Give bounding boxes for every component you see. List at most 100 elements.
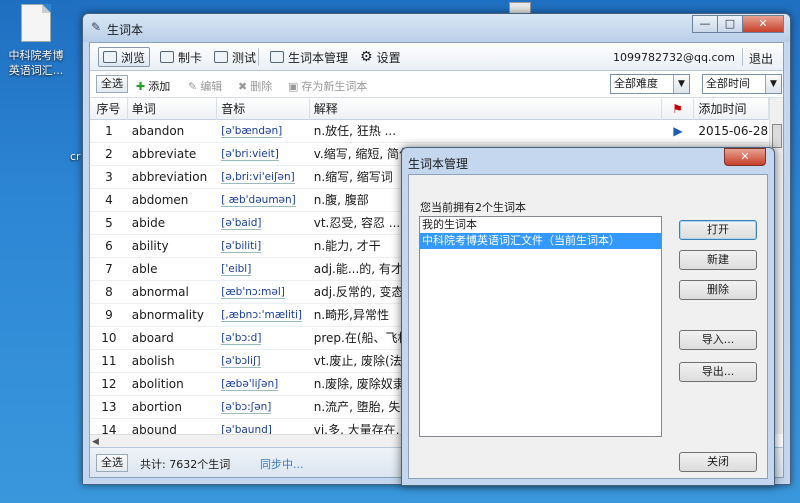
edit-label: 编辑 bbox=[200, 80, 223, 93]
import-button[interactable]: 导入... bbox=[679, 330, 757, 350]
row-number: 8 bbox=[105, 285, 113, 299]
desktop-file-icon[interactable]: 中科院考博 英语词汇... bbox=[2, 4, 70, 78]
row-phonetic: [æbə'liʃən] bbox=[217, 373, 309, 396]
time-value: 全部时间 bbox=[706, 77, 750, 90]
row-phonetic: [ə'bændən] bbox=[217, 120, 309, 143]
delete-notebook-button[interactable]: 删除 bbox=[679, 280, 757, 300]
delete-button[interactable]: ✖ 删除 bbox=[238, 78, 272, 94]
row-word: abdomen bbox=[131, 193, 189, 207]
settings-button[interactable]: ⚙ 设置 bbox=[356, 47, 405, 67]
list-item[interactable]: 我的生词本 bbox=[420, 217, 661, 233]
delete-label: 删除 bbox=[250, 80, 273, 93]
dialog-close-button[interactable]: 关闭 bbox=[679, 452, 757, 472]
open-button[interactable]: 打开 bbox=[679, 220, 757, 240]
save-icon: ▣ bbox=[288, 79, 299, 93]
dialog-close-icon[interactable]: ✕ bbox=[724, 148, 766, 166]
header-flag[interactable]: ⚑ bbox=[662, 98, 695, 120]
plus-icon: ✚ bbox=[136, 79, 146, 93]
header-phonetic[interactable]: 音标 bbox=[217, 98, 310, 120]
test-button[interactable]: 测试 bbox=[210, 47, 260, 67]
maximize-button[interactable]: □ bbox=[717, 15, 743, 33]
sync-status: 同步中... bbox=[260, 458, 304, 471]
minimize-button[interactable]: — bbox=[692, 15, 718, 33]
test-icon bbox=[214, 51, 228, 63]
flashcard-label: 制卡 bbox=[178, 50, 203, 65]
test-label: 测试 bbox=[232, 50, 257, 65]
row-phonetic: ['eibl] bbox=[217, 258, 309, 281]
phonetic-text: [ə'bɔ:ʃən] bbox=[221, 401, 272, 414]
row-word: abnormality bbox=[131, 308, 204, 322]
list-item[interactable]: 中科院考博英语词汇文件（当前生词本） bbox=[420, 233, 661, 249]
row-word: abound bbox=[131, 423, 177, 434]
phonetic-text: ['eibl] bbox=[221, 263, 252, 276]
desktop-peek-text: cr bbox=[70, 150, 81, 163]
row-number: 7 bbox=[105, 262, 113, 276]
settings-label: 设置 bbox=[376, 50, 401, 65]
row-number: 5 bbox=[105, 216, 113, 230]
row-phonetic: [ə'bɔ:d] bbox=[217, 327, 309, 350]
dialog-title: 生词本管理 bbox=[408, 157, 469, 171]
row-number: 6 bbox=[105, 239, 113, 253]
gear-icon: ⚙ bbox=[360, 49, 373, 65]
word-toolbar: 全选 ✚ 添加 ✎ 编辑 ✖ 删除 ▣ 存为新生词本 全部难度 ▼ 全部时间 ▼ bbox=[90, 71, 783, 98]
notebook-list[interactable]: 我的生词本 中科院考博英语词汇文件（当前生词本） bbox=[419, 216, 662, 437]
header-definition[interactable]: 解释 bbox=[310, 98, 662, 120]
row-number: 12 bbox=[101, 377, 117, 391]
add-button[interactable]: ✚ 添加 bbox=[136, 78, 170, 94]
phonetic-text: [,æbnɔ:'mæliti] bbox=[221, 309, 303, 322]
row-word: abbreviation bbox=[131, 170, 208, 184]
close-button[interactable]: ✕ bbox=[742, 15, 784, 33]
manage-label: 生词本管理 bbox=[288, 50, 349, 65]
window-title: 生词本 bbox=[107, 23, 144, 37]
footer-select-all-button[interactable]: 全选 bbox=[96, 454, 128, 472]
phonetic-text: [ə'bændən] bbox=[221, 125, 283, 138]
chevron-down-icon: ▼ bbox=[673, 75, 689, 93]
phonetic-text: [ə'biliti] bbox=[221, 240, 262, 253]
row-phonetic: [ə'bɔliʃ] bbox=[217, 350, 309, 373]
row-phonetic: [,æbnɔ:'mæliti] bbox=[217, 304, 309, 327]
header-date[interactable]: 添加时间 bbox=[694, 98, 769, 120]
row-word: abolish bbox=[131, 354, 175, 368]
browse-label: 浏览 bbox=[121, 50, 146, 65]
select-all-button[interactable]: 全选 bbox=[96, 75, 128, 93]
pencil-icon: ✎ bbox=[188, 79, 198, 93]
browse-icon bbox=[103, 51, 117, 63]
main-title-bar[interactable]: ✎ 生词本 — □ ✕ bbox=[83, 14, 790, 42]
phonetic-text: [ə'bɔliʃ] bbox=[221, 355, 261, 368]
row-number: 1 bbox=[105, 124, 113, 138]
difficulty-select[interactable]: 全部难度 ▼ bbox=[610, 74, 690, 94]
new-button[interactable]: 新建 bbox=[679, 250, 757, 270]
row-phonetic: [ æb'dəumən] bbox=[217, 189, 309, 212]
flag-icon: ⚑ bbox=[672, 102, 683, 116]
phonetic-text: [æb'nɔ:məl] bbox=[221, 286, 285, 299]
desktop-icon-label-1: 中科院考博 bbox=[8, 49, 64, 62]
time-select[interactable]: 全部时间 ▼ bbox=[702, 74, 782, 94]
scroll-thumb[interactable] bbox=[772, 124, 782, 148]
row-flag: ▶ bbox=[673, 124, 683, 138]
phonetic-text: [ə'bɔ:d] bbox=[221, 332, 262, 345]
row-number: 14 bbox=[101, 423, 117, 434]
phonetic-text: [ə,bri:vi'eiʃən] bbox=[221, 171, 295, 184]
phonetic-text: [ə'baid] bbox=[221, 217, 262, 230]
flashcard-icon bbox=[160, 51, 174, 63]
notebook-icon bbox=[270, 51, 284, 63]
header-word[interactable]: 单词 bbox=[128, 98, 218, 120]
row-phonetic: [ə'baund] bbox=[217, 419, 309, 434]
exit-link[interactable]: 退出 bbox=[749, 50, 773, 67]
row-date: 2015-06-28 bbox=[698, 124, 769, 138]
difficulty-value: 全部难度 bbox=[614, 77, 658, 90]
table-row[interactable]: 1 abandon [ə'bændən] n.放任, 狂热 ... ▶ 2015-06-2… bbox=[90, 120, 769, 143]
export-button[interactable]: 导出... bbox=[679, 362, 757, 382]
edit-button[interactable]: ✎ 编辑 bbox=[188, 78, 222, 94]
flashcard-button[interactable]: 制卡 bbox=[156, 47, 206, 67]
save-as-button[interactable]: ▣ 存为新生词本 bbox=[288, 78, 367, 94]
row-phonetic: [ə'bɔ:ʃən] bbox=[217, 396, 309, 419]
row-definition: n.放任, 狂热 ... bbox=[313, 124, 397, 138]
account-email: 1099782732@qq.com bbox=[613, 51, 735, 64]
header-no[interactable]: 序号 bbox=[90, 98, 128, 120]
dialog-title-bar[interactable]: 生词本管理 ✕ bbox=[402, 148, 774, 174]
delete-icon: ✖ bbox=[238, 79, 248, 93]
row-phonetic: [æb'nɔ:məl] bbox=[217, 281, 309, 304]
browse-button[interactable]: 浏览 bbox=[98, 47, 151, 67]
manage-button[interactable]: 生词本管理 bbox=[266, 47, 352, 67]
